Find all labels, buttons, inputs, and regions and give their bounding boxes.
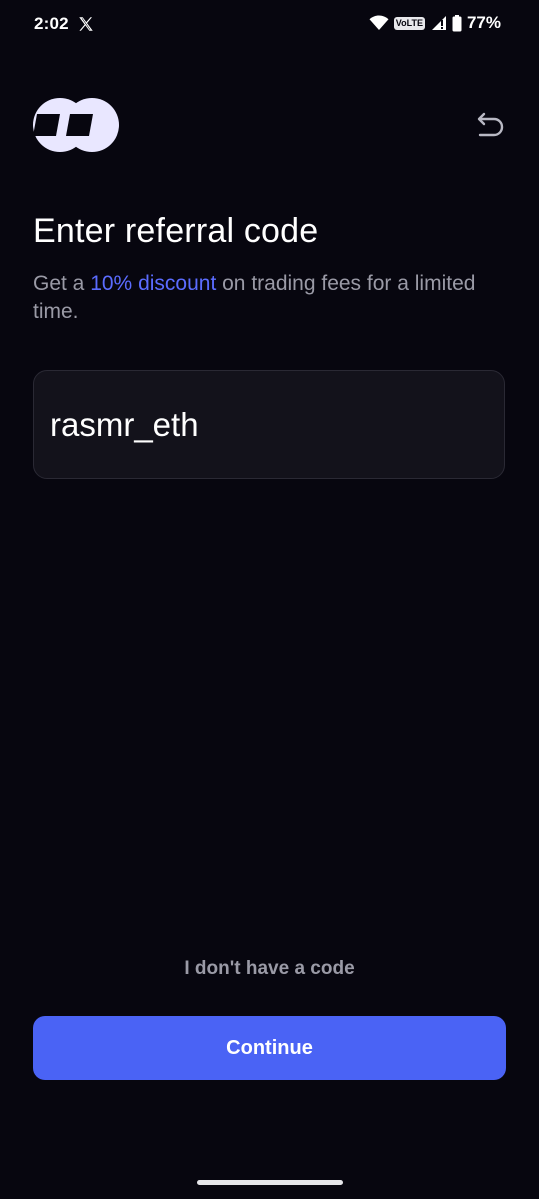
page-subtitle: Get a 10% discount on trading fees for a… xyxy=(33,270,503,326)
continue-button[interactable]: Continue xyxy=(33,1016,506,1080)
referral-code-input[interactable] xyxy=(50,371,490,478)
status-right: VoLTE 77% xyxy=(369,13,501,33)
subtitle-prefix: Get a xyxy=(33,272,91,295)
status-bar: 2:02 VoLTE 77% xyxy=(0,0,539,48)
status-left: 2:02 xyxy=(34,14,95,34)
brand-logo-icon xyxy=(33,98,119,152)
no-code-button[interactable]: I don't have a code xyxy=(0,958,539,980)
page-title: Enter referral code xyxy=(33,212,319,250)
undo-arrow-icon[interactable] xyxy=(472,106,508,142)
x-logo-icon xyxy=(79,17,93,31)
referral-code-field[interactable] xyxy=(33,370,505,479)
discount-highlight: 10% discount xyxy=(90,272,217,295)
battery-icon xyxy=(452,14,462,31)
volte-badge: VoLTE xyxy=(393,16,425,30)
status-time: 2:02 xyxy=(34,14,69,33)
wifi-icon xyxy=(369,15,389,30)
battery-percent: 77% xyxy=(466,13,501,32)
signal-icon xyxy=(431,16,446,30)
home-indicator[interactable] xyxy=(197,1180,343,1185)
